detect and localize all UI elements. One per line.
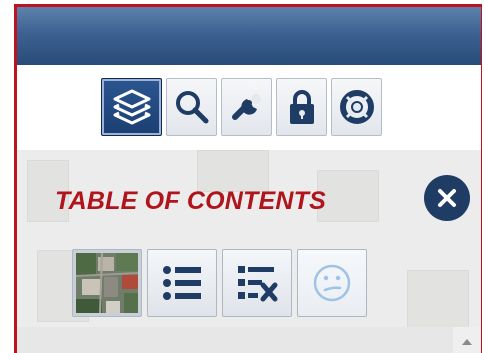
title-bar [17, 7, 481, 65]
lock-icon [289, 90, 314, 124]
feedback-button[interactable] [297, 249, 367, 317]
close-button[interactable] [424, 175, 470, 221]
app-frame: TABLE OF CONTENTS [14, 4, 482, 353]
scroll-up-button[interactable] [453, 327, 481, 353]
toc-button-row [72, 249, 367, 317]
legend-button[interactable] [147, 249, 217, 317]
triangle-up-icon [462, 338, 472, 345]
aerial-thumbnail-icon [76, 253, 138, 313]
toolbar-area [17, 65, 481, 150]
lock-button[interactable] [276, 78, 327, 136]
basemap-button[interactable] [72, 249, 142, 317]
help-button[interactable] [331, 78, 382, 136]
tools-button[interactable] [221, 78, 272, 136]
close-icon [438, 189, 456, 207]
search-button[interactable] [166, 78, 217, 136]
clear-layers-button[interactable] [222, 249, 292, 317]
bullet-list-icon [163, 266, 201, 300]
layers-button[interactable] [101, 78, 162, 136]
toc-title: TABLE OF CONTENTS [55, 187, 326, 215]
search-icon [175, 91, 208, 124]
lifebuoy-icon [339, 90, 374, 124]
list-remove-icon [238, 266, 278, 302]
wrench-icon [231, 94, 261, 120]
main-toolbar [101, 78, 382, 138]
smiley-icon [313, 264, 351, 302]
bottom-strip [17, 327, 481, 353]
layers-icon [113, 89, 150, 125]
